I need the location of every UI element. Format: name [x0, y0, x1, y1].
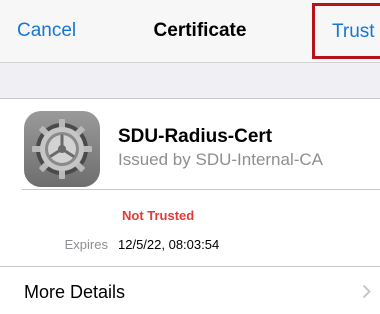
- trust-button[interactable]: Trust: [312, 3, 380, 59]
- certificate-name: SDU-Radius-Cert: [118, 126, 273, 147]
- certificate-issuer: Issued by SDU-Internal-CA: [118, 150, 324, 169]
- more-details-label: More Details: [24, 282, 126, 302]
- certificate-screen: Cancel Certificate Trust SDU-Radius-Cert…: [0, 0, 380, 314]
- section-gap: [0, 63, 380, 99]
- trust-status: Not Trusted: [122, 208, 195, 223]
- more-details-row[interactable]: More Details: [0, 267, 380, 314]
- expires-label: Expires: [64, 237, 108, 252]
- gear-icon: [24, 111, 100, 187]
- expires-value: 12/5/22, 08:03:54: [118, 237, 220, 252]
- certificate-summary: SDU-Radius-Cert Issued by SDU-Internal-C…: [0, 100, 380, 192]
- trust-button-label: Trust: [332, 21, 375, 42]
- chevron-right-icon: [362, 284, 371, 299]
- divider: [22, 189, 380, 190]
- navigation-bar: Cancel Certificate Trust: [0, 0, 380, 63]
